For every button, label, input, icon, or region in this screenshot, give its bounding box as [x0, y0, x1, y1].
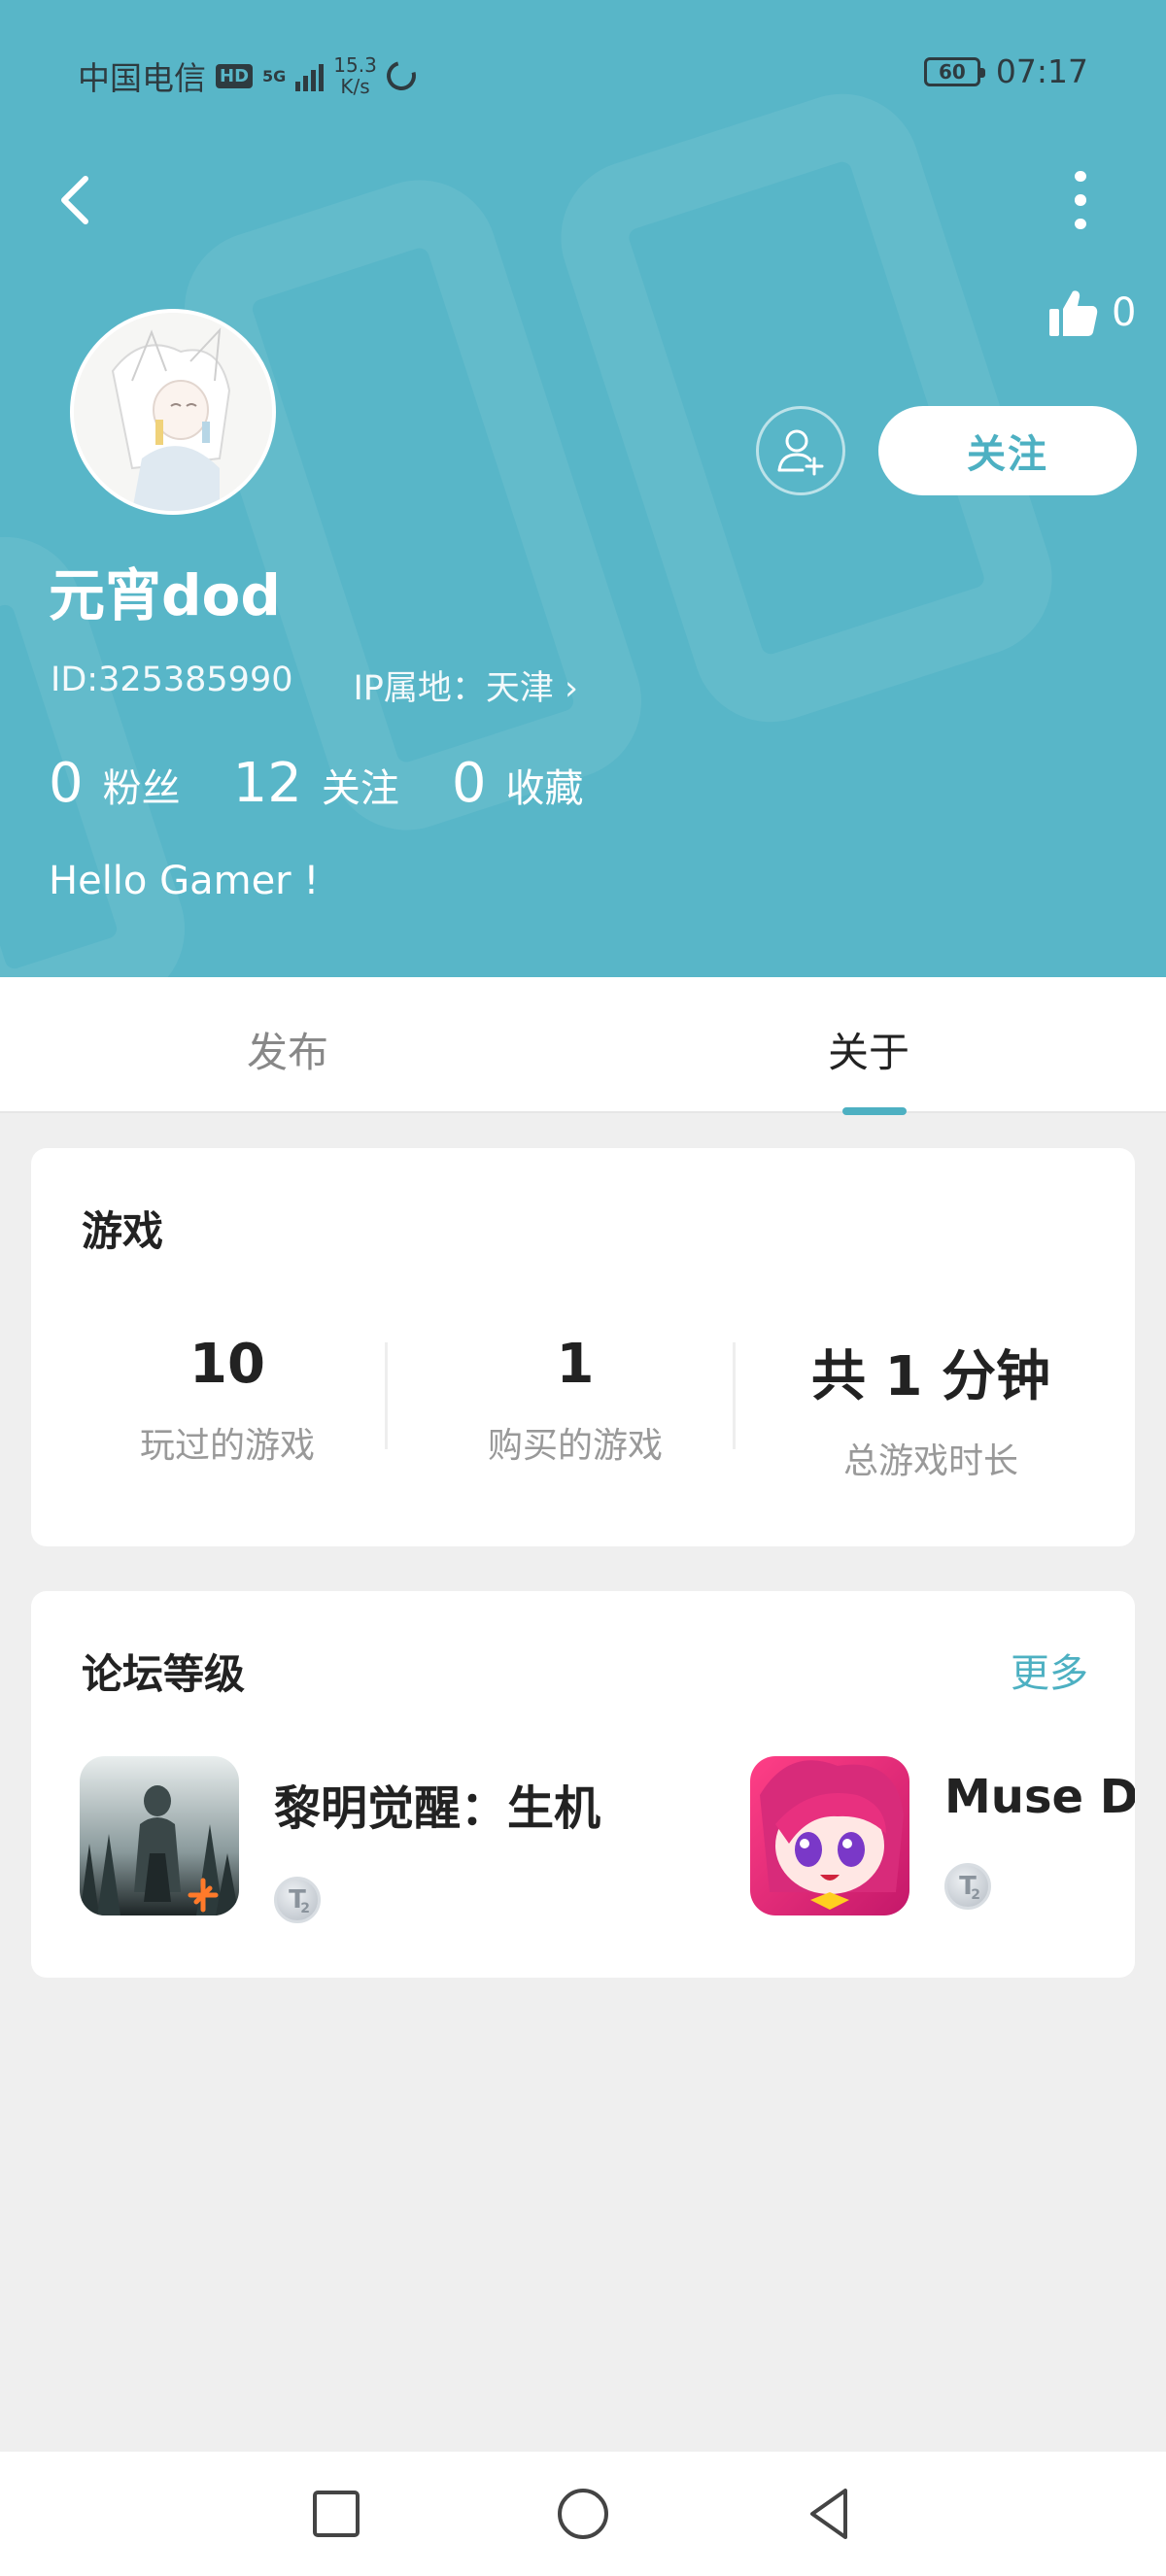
badge-level: 2	[300, 1901, 310, 1916]
tab-indicator	[842, 1107, 907, 1115]
level-badge-icon: T 2	[274, 1877, 321, 1923]
divider	[733, 1342, 736, 1449]
games-card-title: 游戏	[82, 1207, 164, 1255]
purchased-games-stat[interactable]: 1 购买的游戏	[400, 1333, 750, 1468]
system-nav-bar	[0, 2452, 1166, 2576]
like-count: 0	[1112, 290, 1137, 335]
profile-tabs: 发布 关于	[0, 977, 1166, 1115]
home-button[interactable]	[554, 2485, 612, 2543]
user-id: ID:325385990	[51, 661, 293, 699]
back-arrow-icon	[61, 176, 88, 224]
playtime-value: 共 1 分钟	[811, 1345, 1050, 1408]
thumbs-up-icon	[1049, 290, 1098, 336]
tab-post[interactable]: 发布	[247, 1020, 328, 1079]
hd-icon: HD	[216, 63, 254, 88]
game-icon-muse-dash	[750, 1756, 909, 1915]
games-card: 游戏 10 玩过的游戏 1 购买的游戏 共 1 分钟 总游戏时长	[31, 1148, 1135, 1546]
more-options-button[interactable]	[1063, 171, 1098, 229]
status-bar: 中国电信 HD 5G 15.3 K/s 60 07:17	[0, 51, 1166, 99]
forum-card-title: 论坛等级	[82, 1650, 246, 1698]
more-link[interactable]: 更多	[1011, 1642, 1088, 1698]
profile-header: 中国电信 HD 5G 15.3 K/s 60 07:17 0 关注 元宵dod …	[0, 0, 1166, 977]
circle-home-icon	[558, 2489, 608, 2539]
fans-count[interactable]: 0	[49, 752, 84, 815]
recents-button[interactable]	[307, 2485, 365, 2543]
following-label[interactable]: 关注	[322, 757, 399, 813]
fans-label[interactable]: 粉丝	[103, 757, 181, 813]
clock: 07:17	[995, 52, 1088, 90]
played-games-label: 玩过的游戏	[139, 1426, 315, 1466]
playtime-stat[interactable]: 共 1 分钟 总游戏时长	[756, 1333, 1106, 1483]
game-name: 黎明觉醒：生机	[274, 1781, 601, 1836]
following-count[interactable]: 12	[233, 752, 302, 815]
favorites-label[interactable]: 收藏	[506, 757, 584, 813]
system-back-button[interactable]	[801, 2485, 859, 2543]
back-button[interactable]	[49, 165, 107, 233]
follow-button[interactable]: 关注	[878, 406, 1137, 495]
network-speed: 15.3 K/s	[333, 54, 377, 97]
game-name: Muse Dash	[944, 1770, 1135, 1824]
tab-about[interactable]: 关于	[828, 1020, 909, 1079]
network-label: 5G	[262, 66, 287, 85]
played-games-stat[interactable]: 10 玩过的游戏	[52, 1333, 402, 1468]
playtime-label: 总游戏时长	[842, 1441, 1018, 1481]
forum-game-item[interactable]: Muse Dash T 2	[750, 1756, 1135, 1915]
played-games-value: 10	[189, 1333, 265, 1396]
battery-icon: 60	[923, 56, 985, 86]
divider	[385, 1342, 388, 1449]
purchased-games-value: 1	[556, 1333, 595, 1396]
favorites-count[interactable]: 0	[452, 752, 487, 815]
purchased-games-label: 购买的游戏	[487, 1426, 663, 1466]
more-vertical-icon	[1075, 171, 1086, 183]
triangle-back-icon	[810, 2489, 847, 2539]
game-icon-dawn-awakening	[80, 1756, 239, 1915]
battery-level: 60	[938, 59, 966, 84]
game-icon-art	[80, 1756, 239, 1915]
forum-level-card: 论坛等级 更多 黎明觉醒：生机 T 2 Muse D T 2	[31, 1591, 1135, 1978]
forum-game-item[interactable]: 黎明觉醒：生机 T 2	[80, 1756, 600, 1923]
ip-location-link[interactable]: IP属地：天津 ›	[353, 661, 578, 710]
game-icon-art	[750, 1756, 909, 1915]
signal-icon	[295, 60, 325, 91]
badge-level: 2	[971, 1887, 980, 1903]
avatar[interactable]	[70, 309, 276, 515]
username: 元宵dod	[49, 562, 281, 628]
square-nav-icon	[313, 2491, 360, 2537]
speed-value: 15.3	[333, 53, 377, 77]
profile-stats: 0 粉丝 12 关注 0 收藏	[49, 752, 636, 815]
add-friend-icon	[777, 429, 824, 476]
loading-icon	[381, 55, 422, 96]
add-friend-button[interactable]	[756, 406, 845, 495]
id-line: ID:325385990 IP属地：天津 ›	[51, 661, 578, 710]
speed-unit: K/s	[340, 75, 370, 98]
like-button[interactable]: 0	[1047, 288, 1136, 338]
bio: Hello Gamer !	[49, 859, 320, 903]
carrier-label: 中国电信	[78, 59, 206, 97]
avatar-illustration	[74, 313, 272, 511]
level-badge-icon: T 2	[944, 1863, 991, 1910]
